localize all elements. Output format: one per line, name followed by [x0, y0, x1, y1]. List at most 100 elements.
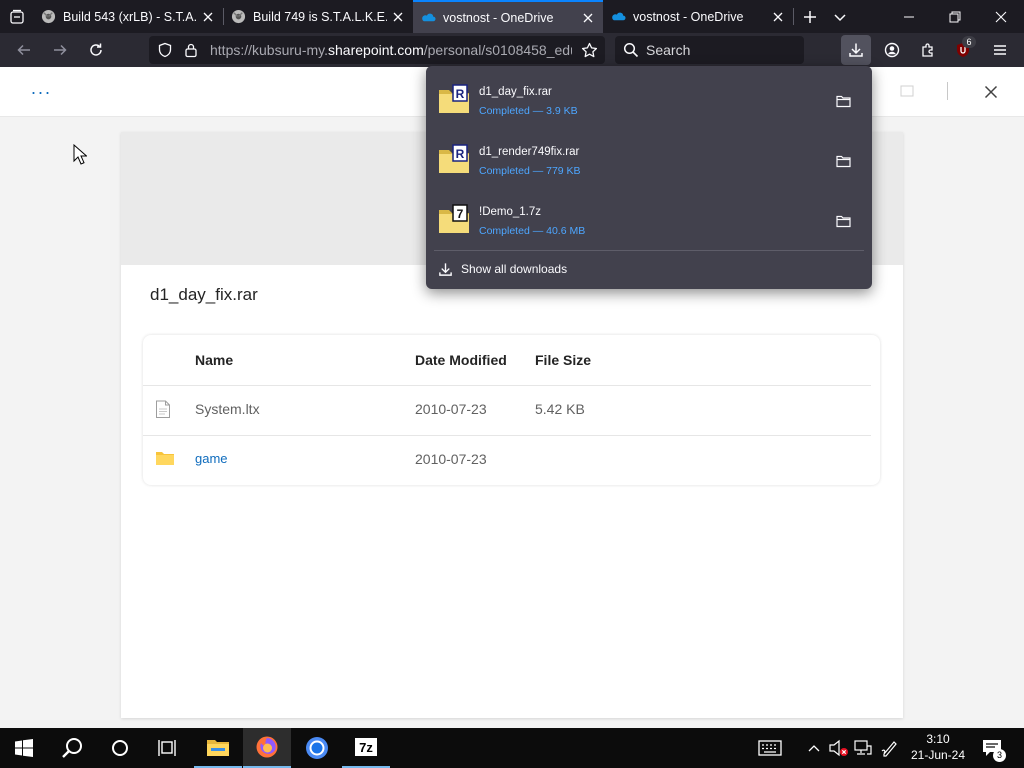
folder-outline-icon: [835, 215, 851, 227]
navigation-toolbar: https://kubsuru-my.sharepoint.com/person…: [0, 33, 1024, 67]
more-options-button[interactable]: ···: [30, 81, 52, 103]
file-explorer-button[interactable]: [194, 728, 242, 768]
reload-icon: [90, 43, 102, 56]
url-suffix: /personal/s0108458_edu_kubsuru_ru: [423, 42, 572, 58]
column-header-name[interactable]: Name: [195, 352, 233, 368]
start-button[interactable]: [0, 728, 48, 768]
download-filename: d1_day_fix.rar: [479, 86, 552, 98]
list-all-tabs-button[interactable]: [825, 0, 855, 33]
forward-arrow-icon: [54, 44, 67, 56]
onedrive-icon: [422, 13, 436, 22]
system-clock[interactable]: 3:10 21-Jun-24: [908, 728, 968, 768]
download-item[interactable]: 7 !Demo_1.7z Completed — 40.6 MB: [426, 189, 872, 249]
file-explorer-icon: [207, 740, 229, 756]
extension-badge: 6: [962, 36, 976, 48]
tab-build-749[interactable]: Build 749 is S.T.A.L.K.E. W: [223, 0, 413, 33]
extensions-button[interactable]: [913, 35, 943, 65]
chrome-icon: [306, 737, 328, 759]
window-close-button[interactable]: [978, 0, 1024, 33]
column-header-date-modified[interactable]: Date Modified: [415, 352, 507, 368]
search-bar[interactable]: Search: [615, 36, 804, 64]
restore-button[interactable]: [932, 0, 978, 33]
show-in-folder-button[interactable]: [831, 151, 855, 171]
row-name-link[interactable]: game: [195, 451, 228, 466]
download-status: Completed — 3.9 KB: [479, 105, 578, 117]
touch-keyboard-button[interactable]: [754, 728, 786, 768]
restore-icon: [949, 11, 961, 22]
back-button[interactable]: [9, 35, 39, 65]
tab-build-543[interactable]: Build 543 (xrLB) - S.T.A.L.K.E.R.: [33, 0, 223, 33]
firefox-view-icon: [9, 9, 24, 24]
search-icon: [62, 738, 82, 758]
table-row[interactable]: game 2010-07-23: [143, 435, 880, 485]
tracking-protection-icon[interactable]: [155, 40, 175, 60]
7zip-taskbar-button[interactable]: 7z: [342, 728, 390, 768]
hamburger-menu-icon: [994, 45, 1006, 55]
tab-close-button[interactable]: [767, 0, 789, 33]
rar-archive-icon: R: [438, 144, 470, 174]
download-filename: d1_render749fix.rar: [479, 146, 580, 158]
url-bar[interactable]: https://kubsuru-my.sharepoint.com/person…: [149, 36, 605, 64]
show-in-folder-button[interactable]: [831, 91, 855, 111]
chevron-up-icon: [808, 745, 820, 752]
show-hidden-icons-button[interactable]: [804, 728, 824, 768]
action-center-button[interactable]: [980, 728, 1004, 768]
reload-button[interactable]: [81, 35, 111, 65]
tab-close-button[interactable]: [387, 0, 409, 33]
cortana-button[interactable]: [96, 728, 144, 768]
new-tab-button[interactable]: [795, 0, 825, 33]
tab-close-button[interactable]: [197, 0, 219, 33]
archive-letter: 7: [457, 207, 464, 221]
account-button[interactable]: [877, 35, 907, 65]
close-icon: [995, 11, 1007, 22]
close-viewer-button[interactable]: [980, 81, 1002, 103]
row-name: System.ltx: [195, 401, 260, 417]
archive-contents-table: Name Date Modified File Size System.ltx …: [143, 335, 880, 485]
chrome-taskbar-button[interactable]: [293, 728, 341, 768]
task-view-icon: [158, 740, 176, 756]
rar-archive-icon: R: [438, 84, 470, 114]
firefox-view-button[interactable]: [0, 0, 33, 33]
table-row[interactable]: System.ltx 2010-07-23 5.42 KB: [143, 385, 880, 435]
column-header-file-size[interactable]: File Size: [535, 352, 591, 368]
downloads-button[interactable]: [841, 35, 871, 65]
tab-onedrive[interactable]: vostnost - OneDrive: [603, 0, 793, 33]
mouse-cursor-icon: [73, 144, 87, 165]
task-view-button[interactable]: [144, 728, 192, 768]
volume-muted-icon: [829, 739, 848, 757]
show-in-folder-button[interactable]: [831, 211, 855, 231]
7z-archive-icon: 7: [438, 204, 470, 234]
pen-workspace-button[interactable]: [879, 728, 901, 768]
volume-button[interactable]: [828, 728, 850, 768]
tab-close-button[interactable]: [577, 1, 599, 34]
bookmark-star-icon[interactable]: [579, 40, 599, 60]
download-item[interactable]: R d1_render749fix.rar Completed — 779 KB: [426, 129, 872, 189]
search-icon: [623, 42, 639, 58]
minimize-icon: [904, 16, 914, 17]
tab-title: vostnost - OneDrive: [633, 9, 744, 24]
download-item[interactable]: R d1_day_fix.rar Completed — 3.9 KB: [426, 69, 872, 129]
app-menu-button[interactable]: [985, 35, 1015, 65]
url-text[interactable]: https://kubsuru-my.sharepoint.com/person…: [210, 36, 572, 64]
firefox-taskbar-button[interactable]: [243, 728, 291, 768]
row-size: 5.42 KB: [535, 401, 585, 417]
network-button[interactable]: [852, 728, 874, 768]
lock-icon[interactable]: [181, 40, 201, 60]
download-status: Completed — 40.6 MB: [479, 225, 586, 237]
document-icon: [155, 400, 171, 419]
minimize-button[interactable]: [886, 0, 932, 33]
row-date: 2010-07-23: [415, 451, 487, 467]
plus-icon: [804, 10, 816, 23]
pen-icon: [881, 741, 897, 757]
tab-onedrive-active[interactable]: vostnost - OneDrive: [413, 0, 603, 33]
back-arrow-icon: [17, 44, 30, 56]
download-status: Completed — 779 KB: [479, 165, 581, 177]
archive-file-title: d1_day_fix.rar: [150, 285, 258, 304]
show-all-downloads-button[interactable]: Show all downloads: [438, 258, 567, 280]
url-prefix: https://kubsuru-my.: [210, 42, 329, 58]
forward-button[interactable]: [45, 35, 75, 65]
tab-title: Build 543 (xrLB) - S.T.A.L.K.E.R.: [63, 9, 197, 24]
clock-date: 21-Jun-24: [910, 748, 966, 762]
tab-separator: [793, 8, 794, 25]
search-button[interactable]: [48, 728, 96, 768]
